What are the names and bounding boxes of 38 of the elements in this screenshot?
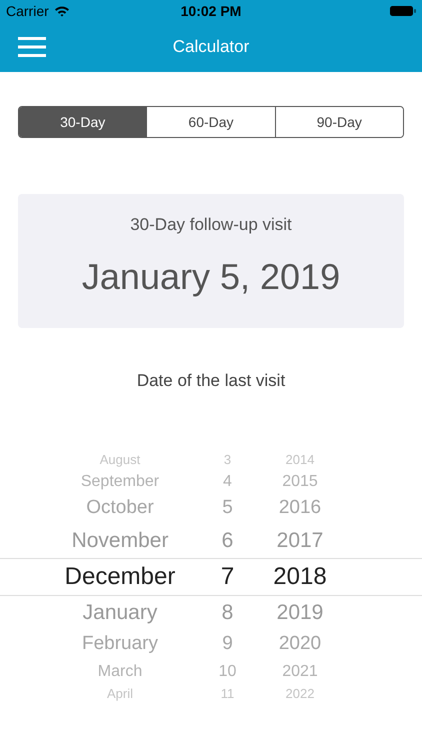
picker-label: Date of the last visit <box>136 370 286 392</box>
month-option[interactable]: August <box>40 450 200 470</box>
day-option[interactable]: 7 <box>200 558 255 594</box>
month-option[interactable]: October <box>40 494 200 523</box>
clock-time: 10:02 PM <box>180 2 242 20</box>
year-option[interactable]: 2019 <box>255 596 345 628</box>
battery-icon <box>390 5 416 17</box>
month-option[interactable]: April <box>40 684 200 704</box>
day-option[interactable]: 8 <box>200 596 255 628</box>
year-option[interactable]: 2017 <box>255 524 345 556</box>
month-option[interactable]: November <box>40 524 200 556</box>
segment-tab[interactable]: 90-Day <box>274 107 403 137</box>
year-option[interactable]: 2018 <box>255 558 345 594</box>
segment-tab[interactable]: 30-Day <box>19 107 146 137</box>
year-option[interactable]: 2014 <box>255 450 345 470</box>
day-option[interactable]: 4 <box>200 470 255 494</box>
day-option[interactable]: 5 <box>200 494 255 523</box>
day-option[interactable]: 6 <box>200 524 255 556</box>
menu-icon[interactable] <box>18 37 46 57</box>
year-option[interactable]: 2020 <box>255 630 345 659</box>
month-option[interactable]: March <box>40 660 200 684</box>
year-option[interactable]: 2016 <box>255 494 345 523</box>
result-caption: 30-Day follow-up visit <box>130 214 292 236</box>
day-option[interactable]: 9 <box>200 630 255 659</box>
year-option[interactable]: 2015 <box>255 470 345 494</box>
month-option[interactable]: February <box>40 630 200 659</box>
result-date: January 5, 2019 <box>82 254 340 298</box>
year-option[interactable]: 2022 <box>255 684 345 704</box>
year-option[interactable]: 2021 <box>255 660 345 684</box>
carrier-label: Carrier <box>6 2 49 20</box>
day-option[interactable]: 3 <box>200 450 255 470</box>
month-option[interactable]: December <box>40 558 200 594</box>
month-option[interactable]: January <box>40 596 200 628</box>
screen-title: Calculator <box>172 36 250 58</box>
day-option[interactable]: 11 <box>200 684 255 704</box>
day-option[interactable]: 10 <box>200 660 255 684</box>
wifi-icon <box>54 5 70 17</box>
month-option[interactable]: September <box>40 470 200 494</box>
